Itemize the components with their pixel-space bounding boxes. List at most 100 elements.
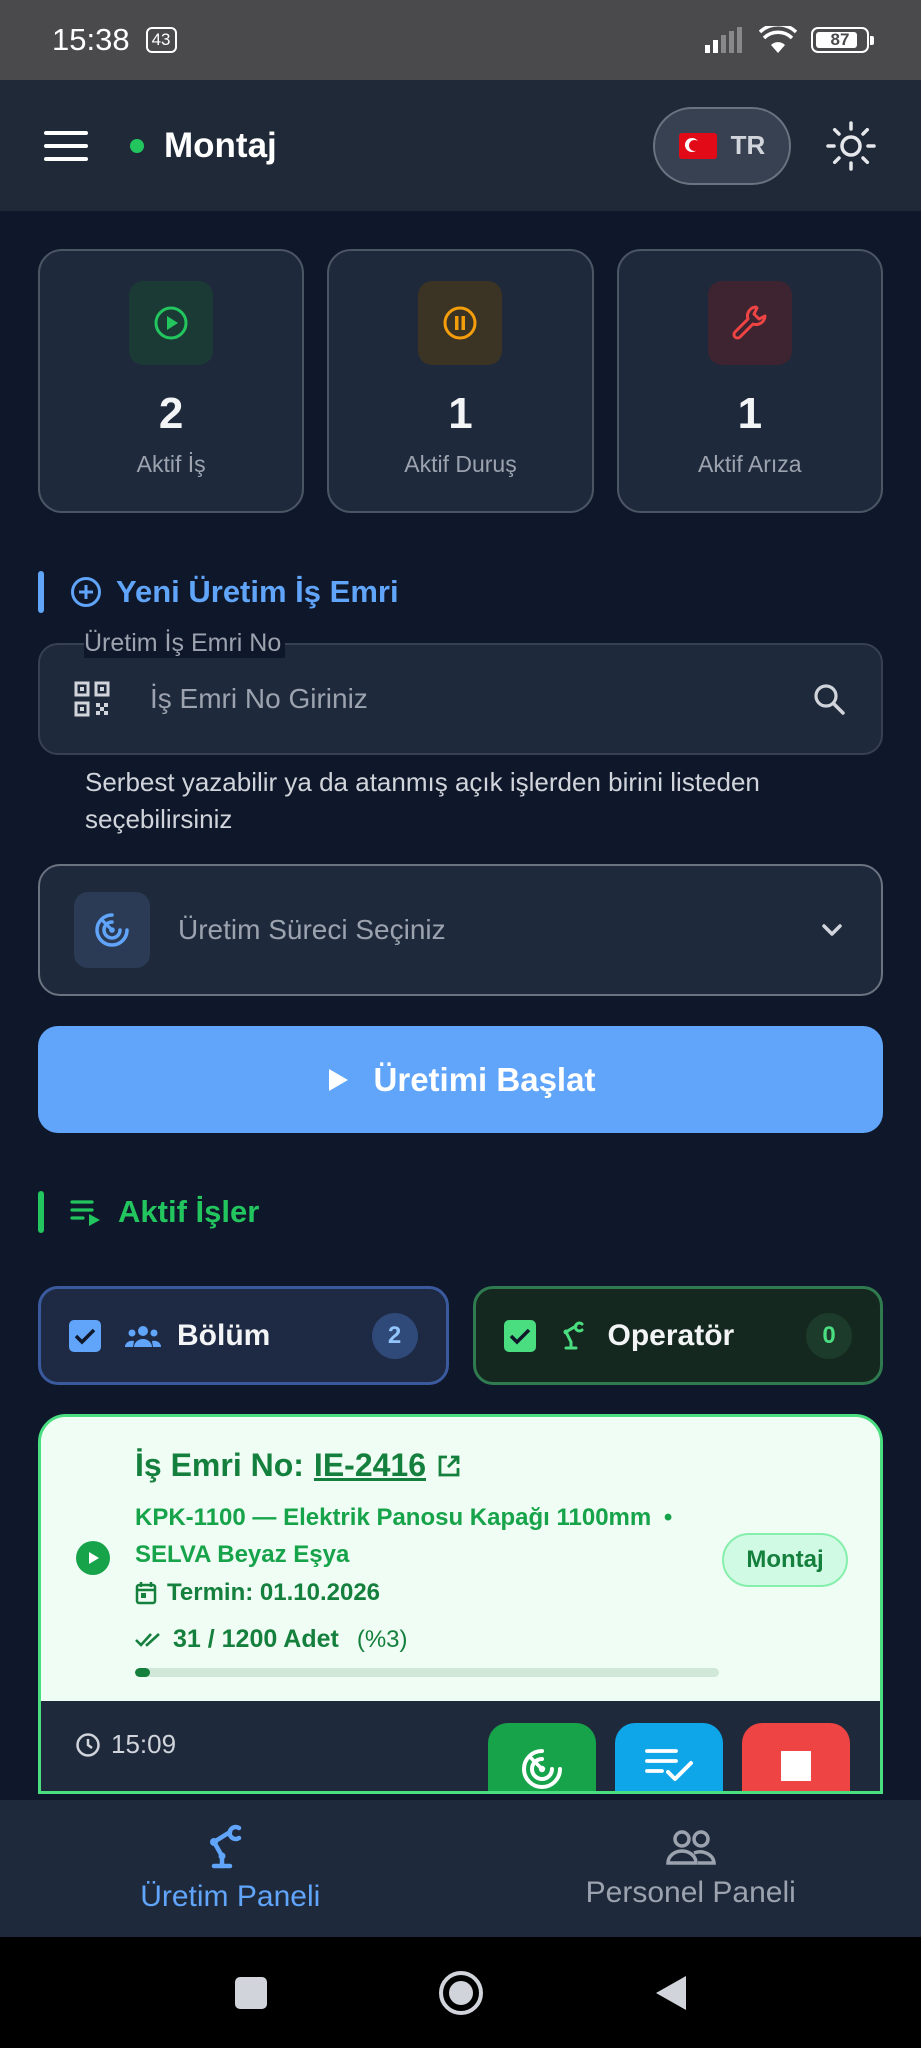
notification-count-badge: 43 [145,27,177,53]
done-all-icon [135,1632,160,1647]
wrench-icon [707,281,792,365]
nav-production-panel[interactable]: Üretim Paneli [0,1800,461,1937]
status-bar: 15:38 43 87 [0,0,921,80]
checklist-icon [645,1749,693,1781]
job-deadline-text: Termin: 01.10.2026 [167,1579,381,1606]
search-icon[interactable] [811,681,847,717]
page-title: Montaj [164,125,277,165]
job-process-button[interactable] [488,1723,596,1791]
stat-card-active-jobs[interactable]: 2 Aktif İş [38,249,305,513]
chevron-down-icon [822,924,842,936]
stat-label: Aktif Arıza [698,451,802,477]
job-title-prefix: İş Emri No: [135,1447,304,1483]
job-stop-button[interactable] [742,1723,850,1791]
back-icon[interactable] [654,1974,688,2012]
nav-label: Personel Paneli [585,1875,796,1909]
clock-icon [76,1732,100,1757]
job-card-body: İş Emri No: IE-2416 KPK-1100 — Elektrik … [41,1417,880,1701]
battery-icon: 87 [811,27,874,53]
section-title-active-jobs: Aktif İşler [38,1191,259,1233]
job-quantity: 31 / 1200 Adet (%3) [135,1625,408,1654]
nav-staff-panel[interactable]: Personel Paneli [461,1800,921,1937]
job-station-badge: Montaj [722,1533,848,1587]
work-order-field-label: Üretim İş Emri No [84,628,286,658]
stat-value: 2 [158,389,184,438]
status-dot-icon [130,138,144,153]
work-order-input[interactable] [150,683,811,715]
process-icon [522,1749,562,1789]
signal-icon [705,27,742,53]
filter-operator[interactable]: Operatör 0 [472,1286,883,1385]
stat-value: 1 [737,389,763,438]
job-start-time: 15:09 [75,1729,176,1760]
pause-circle-icon [418,281,503,365]
system-navigation-bar [0,1937,921,2048]
qr-code-icon[interactable] [74,681,110,717]
stat-label: Aktif Duruş [404,451,517,477]
language-label: TR [730,130,766,160]
status-time: 15:38 [52,22,130,57]
menu-icon[interactable] [44,130,88,161]
job-title: İş Emri No: IE-2416 [135,1447,462,1484]
battery-level: 87 [830,30,850,49]
job-product: KPK-1100 — Elektrik Panosu Kapağı 1100mm [135,1504,652,1531]
bottom-navigation: Üretim Paneli Personel Paneli [0,1800,921,1937]
job-checklist-button[interactable] [615,1723,723,1791]
robot-arm-icon [563,1321,583,1349]
job-card-footer: 15:09 [41,1701,880,1791]
stat-label: Aktif İş [136,451,206,477]
play-circle-icon [129,281,214,365]
sun-icon[interactable] [825,120,877,172]
work-order-helper-text: Serbest yazabilir ya da atanmış açık işl… [85,767,760,834]
process-icon [74,892,150,968]
nav-label: Üretim Paneli [140,1879,321,1913]
filter-count-badge: 0 [806,1312,852,1359]
process-select[interactable]: Üretim Süreci Seçiniz [38,864,883,996]
start-production-button[interactable]: Üretimi Başlat [38,1026,883,1133]
job-deadline: Termin: 01.10.2026 [135,1579,380,1607]
stop-icon [781,1751,811,1781]
playlist-play-icon [70,1200,100,1226]
stat-card-active-stops[interactable]: 1 Aktif Duruş [327,249,594,513]
active-jobs-filters: Bölüm 2 Operatör 0 [38,1286,883,1385]
open-in-new-icon[interactable] [436,1453,462,1479]
section-title-new-order: Yeni Üretim İş Emri [38,571,399,613]
checkbox-checked-icon[interactable] [69,1319,101,1352]
job-description: KPK-1100 — Elektrik Panosu Kapağı 1100mm… [135,1499,695,1573]
job-order-link[interactable]: IE-2416 [314,1447,426,1484]
calendar-icon [135,1582,157,1605]
home-icon[interactable] [438,1970,484,2016]
recents-icon[interactable] [234,1976,268,2010]
filter-label: Bölüm [177,1318,271,1352]
job-quantity-text: 31 / 1200 Adet [173,1625,339,1653]
section-title-text: Yeni Üretim İş Emri [116,574,399,609]
wifi-icon [759,26,797,53]
group-icon [125,1325,161,1347]
section-title-text: Aktif İşler [118,1194,260,1229]
job-percent: (%3) [356,1625,408,1653]
play-icon [328,1068,348,1091]
stats-row: 2 Aktif İş 1 Aktif Duruş 1 Aktif Arıza [38,249,883,513]
active-job-card[interactable]: İş Emri No: IE-2416 KPK-1100 — Elektrik … [38,1414,883,1794]
play-circle-icon [76,1541,110,1575]
job-progress-fill [135,1668,151,1677]
job-separator: • [663,1504,673,1531]
start-production-label: Üretimi Başlat [373,1060,596,1098]
language-button[interactable]: TR [653,106,791,185]
add-circle-icon [71,577,101,607]
filter-label: Operatör [607,1318,735,1352]
job-progress-bar [135,1668,719,1677]
filter-count-badge: 2 [371,1312,418,1359]
people-icon [665,1829,716,1865]
stat-value: 1 [448,389,473,438]
job-start-time-text: 15:09 [111,1729,177,1759]
robot-arm-icon [210,1824,242,1868]
stat-card-active-faults[interactable]: 1 Aktif Arıza [616,249,883,513]
checkbox-checked-icon[interactable] [503,1319,536,1352]
filter-department[interactable]: Bölüm 2 [38,1286,449,1385]
work-order-field [38,643,883,755]
app-header: Montaj TR [0,80,921,211]
job-customer: SELVA Beyaz Eşya [135,1541,350,1568]
process-select-placeholder: Üretim Süreci Seçiniz [178,914,446,945]
turkey-flag-icon [678,132,717,159]
